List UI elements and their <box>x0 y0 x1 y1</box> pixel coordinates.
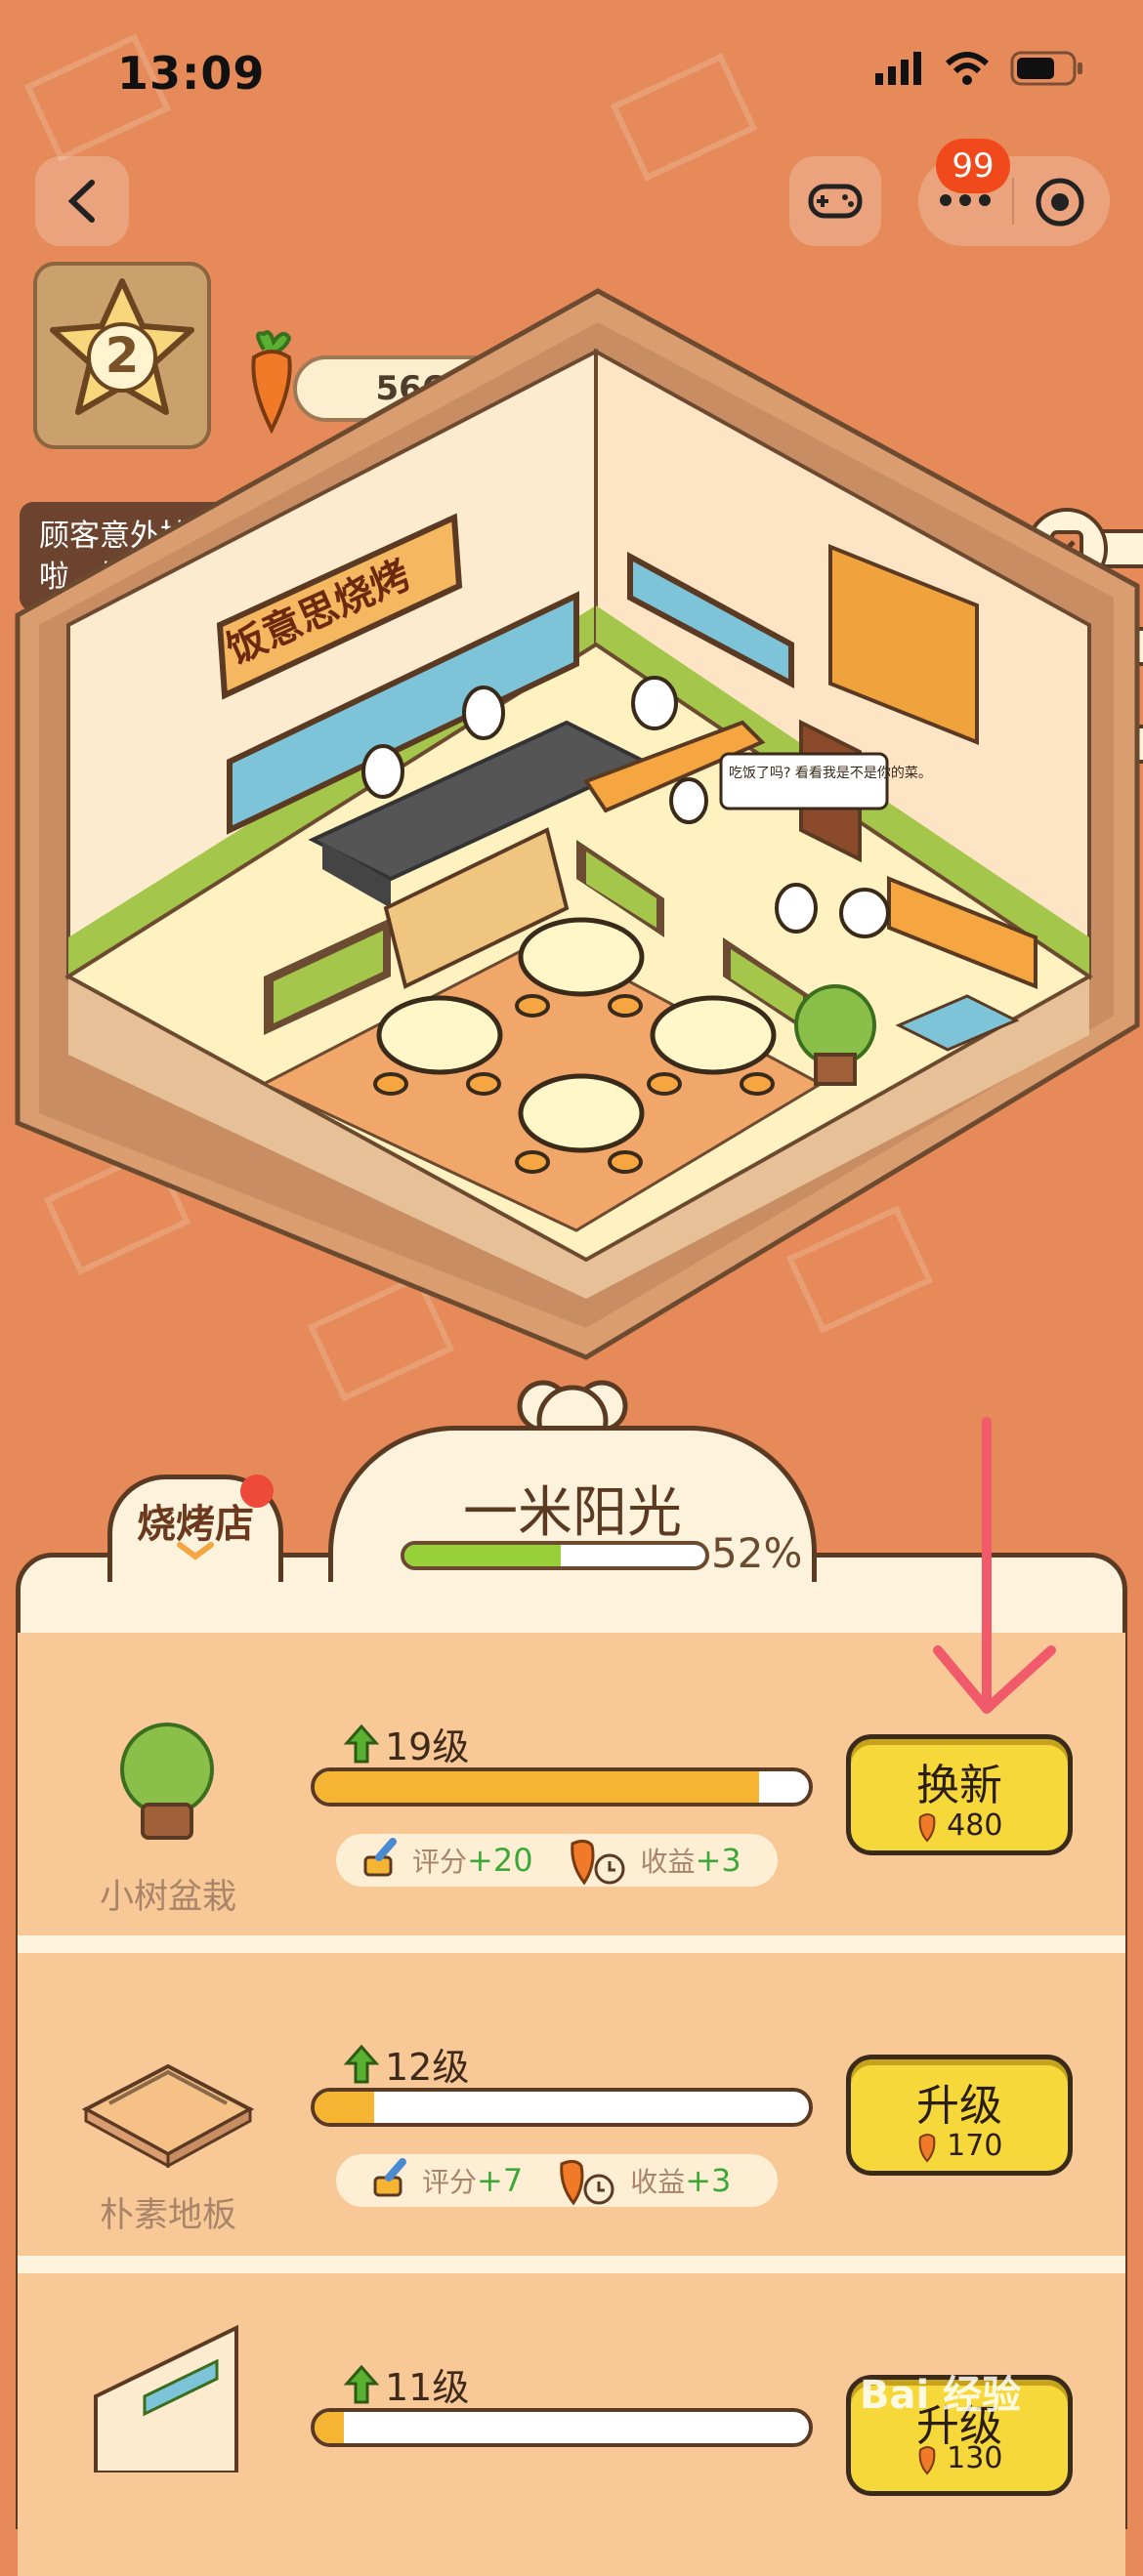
capsule-divider <box>1012 178 1014 225</box>
red-dot-indicator <box>240 1475 274 1508</box>
shop-progress-label: 52% <box>711 1529 803 1577</box>
upgrade-button-label: 升级 <box>916 2081 1002 2131</box>
speech-bubble: 吃饭了吗? 看看我是不是你的菜。 <box>729 766 932 781</box>
carrot-clock-icon <box>570 1839 625 1885</box>
notification-badge: 99 <box>936 139 1010 193</box>
item-level-bar <box>311 2408 813 2447</box>
brush-icon <box>373 2158 406 2197</box>
wall-panel-icon <box>94 2324 238 2472</box>
shop-progress-fill <box>404 1545 562 1566</box>
renew-button-label: 换新 <box>916 1761 1002 1810</box>
renew-cost: 480 <box>846 1808 1073 1843</box>
bonsai-tree-icon <box>120 1723 214 1840</box>
floor-tile-icon <box>81 2063 255 2168</box>
player-level: 2 <box>105 327 140 384</box>
item-level-bar <box>311 2088 813 2127</box>
shop-progress-bar <box>401 1541 709 1570</box>
rating-plus: +20 <box>467 1842 533 1879</box>
signal-icon <box>875 52 921 85</box>
upgrade-cost: 130 <box>846 2441 1073 2475</box>
income-label: 收益 <box>630 2166 686 2198</box>
carrot-icon <box>918 1812 935 1842</box>
arrow-up-icon <box>344 1724 379 1763</box>
wifi-icon <box>946 52 989 85</box>
game-center-button[interactable] <box>789 156 881 246</box>
rating-label: 评分 <box>422 2166 478 2198</box>
annotation-arrow <box>933 1417 1056 1714</box>
arrow-up-icon <box>344 2364 379 2403</box>
income-plus: +3 <box>685 2162 732 2199</box>
back-button[interactable] <box>35 156 129 246</box>
status-time: 13:09 <box>117 47 266 100</box>
item-level-fill <box>315 1771 760 1803</box>
item-level-fill <box>315 2092 374 2123</box>
item-name: 小树盆栽 <box>99 1878 236 1917</box>
rating-label: 评分 <box>412 1846 468 1878</box>
item-stats: 评分 +7 收益 +3 <box>336 2154 778 2207</box>
upgrade-cost-value: 170 <box>947 2129 1003 2163</box>
close-circle-icon[interactable] <box>1034 176 1086 229</box>
item-level-text: 19级 <box>385 1725 470 1768</box>
item-level-bar <box>311 1767 813 1807</box>
carrot-clock-icon <box>560 2159 614 2205</box>
battery-icon <box>1010 51 1082 86</box>
income-plus: +3 <box>695 1842 741 1879</box>
status-icons <box>875 51 1084 86</box>
carrot-icon <box>918 2445 935 2474</box>
chevron-down-icon <box>177 1542 214 1560</box>
item-name: 朴素地板 <box>99 2196 236 2235</box>
item-level: 11级 <box>344 2357 469 2411</box>
item-level-text: 12级 <box>385 2046 470 2089</box>
carrot-icon <box>918 2133 935 2162</box>
item-level: 12级 <box>344 2037 469 2091</box>
row-divider <box>18 2256 1125 2273</box>
upgrade-cost: 170 <box>846 2129 1073 2163</box>
row-divider <box>18 1935 1125 1953</box>
rating-plus: +7 <box>477 2162 524 2199</box>
arrow-up-icon <box>344 2044 379 2083</box>
chevron-left-icon <box>67 180 95 223</box>
gamepad-icon <box>808 184 863 219</box>
upgrade-cost-value: 130 <box>947 2441 1003 2475</box>
item-level: 19级 <box>344 1717 469 1770</box>
income-label: 收益 <box>640 1846 696 1878</box>
item-level-fill <box>315 2412 345 2443</box>
restaurant-scene[interactable]: 饭意思烧烤 吃饭了吗? 看看我是不是你的菜。 <box>0 283 1143 1387</box>
level-board[interactable]: 2 <box>33 262 211 449</box>
item-level-text: 11级 <box>385 2366 470 2409</box>
item-stats: 评分 +20 收益 +3 <box>336 1834 778 1887</box>
watermark: Bai 经验 <box>860 2373 1022 2418</box>
brush-icon <box>363 1838 397 1877</box>
renew-cost-value: 480 <box>947 1808 1003 1843</box>
